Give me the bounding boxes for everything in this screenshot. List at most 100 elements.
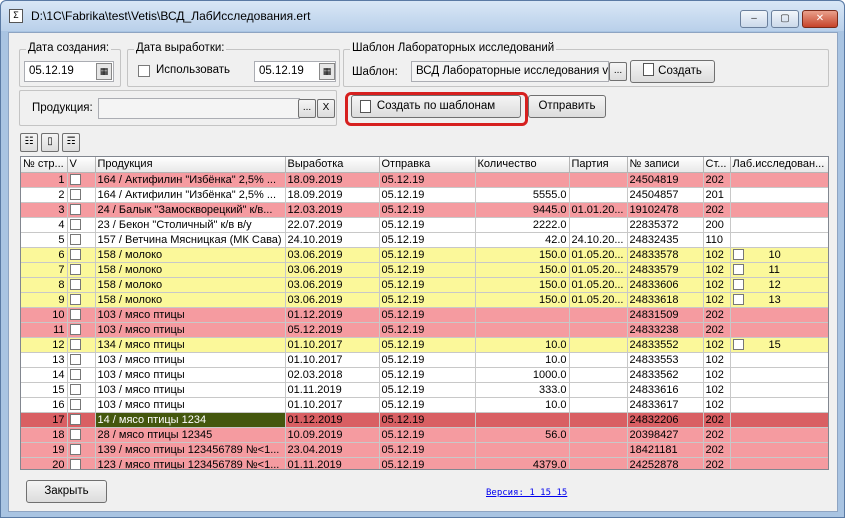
cell-status[interactable]: 200 <box>703 217 731 233</box>
row-checkbox[interactable] <box>69 189 81 201</box>
cell-lab[interactable] <box>730 217 828 233</box>
cell-produced[interactable]: 05.12.2019 <box>285 322 380 338</box>
row-checkbox[interactable] <box>69 444 81 456</box>
cell-product[interactable]: 103 / мясо птицы <box>95 367 286 383</box>
lab-checkbox[interactable] <box>732 339 744 350</box>
table-row[interactable]: 6 158 / молоко 03.06.2019 05.12.19 150.0 01.0… <box>21 247 828 263</box>
cell-quantity[interactable]: 5555.0 <box>475 187 570 203</box>
cell-batch[interactable] <box>569 352 628 368</box>
row-checkbox[interactable] <box>69 219 81 231</box>
cell-status[interactable]: 201 <box>703 187 731 203</box>
row-checkbox[interactable] <box>69 264 81 276</box>
cell-produced[interactable]: 03.06.2019 <box>285 292 380 308</box>
cell-sent[interactable]: 05.12.19 <box>379 442 476 458</box>
cell-produced[interactable]: 01.11.2019 <box>285 457 380 469</box>
cell-product[interactable]: 158 / молоко <box>95 247 286 263</box>
cell-check[interactable] <box>67 292 96 308</box>
row-checkbox[interactable] <box>69 399 81 411</box>
cell-row-number[interactable]: 8 <box>21 277 68 293</box>
table-row[interactable]: 5 157 / Ветчина Мясницкая (МК Сава) 24.10.… <box>21 232 828 248</box>
table-row[interactable]: 10 103 / мясо птицы 01.12.2019 05.12.19 2483… <box>21 307 828 323</box>
row-checkbox[interactable] <box>69 174 81 186</box>
cell-record[interactable]: 24833553 <box>627 352 704 368</box>
cell-status[interactable]: 202 <box>703 307 731 323</box>
close-button[interactable]: Закрыть <box>26 480 107 503</box>
table-row[interactable]: 4 23 / Бекон "Столичный" к/в в/у 22.07.201… <box>21 217 828 233</box>
cell-produced[interactable]: 24.10.2019 <box>285 232 380 248</box>
cell-produced[interactable]: 03.06.2019 <box>285 277 380 293</box>
cell-product[interactable]: 139 / мясо птицы 123456789 №<1... <box>95 442 286 458</box>
col-header-batch[interactable]: Партия <box>569 157 628 173</box>
cell-sent[interactable]: 05.12.19 <box>379 427 476 443</box>
cell-batch[interactable]: 24.10.20... <box>569 232 628 248</box>
cell-row-number[interactable]: 19 <box>21 442 68 458</box>
product-select-button[interactable]: ... <box>298 99 316 118</box>
cell-batch[interactable]: 01.05.20... <box>569 247 628 263</box>
col-header-sent[interactable]: Отправка <box>379 157 476 173</box>
cell-status[interactable]: 202 <box>703 442 731 458</box>
col-header-product[interactable]: Продукция <box>95 157 286 173</box>
cell-record[interactable]: 24504857 <box>627 187 704 203</box>
cell-record[interactable]: 24833562 <box>627 367 704 383</box>
cell-produced[interactable]: 12.03.2019 <box>285 202 380 218</box>
maximize-button[interactable]: ▢ <box>771 10 799 28</box>
table-row[interactable]: 7 158 / молоко 03.06.2019 05.12.19 150.0 01.0… <box>21 262 828 278</box>
cell-produced[interactable]: 23.04.2019 <box>285 442 380 458</box>
cell-sent[interactable]: 05.12.19 <box>379 277 476 293</box>
cell-batch[interactable]: 01.01.20... <box>569 202 628 218</box>
row-checkbox[interactable] <box>69 294 81 306</box>
table-row[interactable]: 13 103 / мясо птицы 01.10.2017 05.12.19 10.0… <box>21 352 828 368</box>
cell-product[interactable]: 24 / Балык "Замоскворецкий" к/в... <box>95 202 286 218</box>
cell-quantity[interactable] <box>475 412 570 428</box>
row-checkbox[interactable] <box>69 354 81 366</box>
template-field[interactable]: ВСД Лабораторные исследования v2 <box>411 61 609 82</box>
cell-status[interactable]: 102 <box>703 292 731 308</box>
cell-quantity[interactable]: 2222.0 <box>475 217 570 233</box>
cell-product[interactable]: 164 / Актифилин "Избёнка" 2,5% ... <box>95 187 286 203</box>
cell-quantity[interactable] <box>475 322 570 338</box>
cell-product[interactable]: 103 / мясо птицы <box>95 382 286 398</box>
cell-record[interactable]: 24833617 <box>627 397 704 413</box>
lab-checkbox[interactable] <box>732 249 744 260</box>
lab-checkbox[interactable] <box>732 264 744 275</box>
cell-batch[interactable] <box>569 172 628 188</box>
cell-record[interactable]: 22835372 <box>627 217 704 233</box>
cell-product[interactable]: 164 / Актифилин "Избёнка" 2,5% ... <box>95 172 286 188</box>
cell-lab[interactable]: 10 <box>730 247 828 263</box>
cell-check[interactable] <box>67 322 96 338</box>
cell-record[interactable]: 24833618 <box>627 292 704 308</box>
cell-lab[interactable] <box>730 187 828 203</box>
cell-product[interactable]: 103 / мясо птицы <box>95 352 286 368</box>
cell-record[interactable]: 24833238 <box>627 322 704 338</box>
cell-quantity[interactable]: 10.0 <box>475 337 570 353</box>
toolbar-grid-icon[interactable]: ☶ <box>62 133 80 152</box>
table-row[interactable]: 14 103 / мясо птицы 02.03.2018 05.12.19 1000… <box>21 367 828 383</box>
cell-batch[interactable] <box>569 427 628 443</box>
table-row[interactable]: 9 158 / молоко 03.06.2019 05.12.19 150.0 01.0… <box>21 292 828 308</box>
cell-check[interactable] <box>67 382 96 398</box>
col-header-record[interactable]: № записи <box>627 157 704 173</box>
title-bar[interactable]: Σ D:\1C\Fabrika\test\Vetis\ВСД_ЛабИсслед… <box>1 1 844 31</box>
cell-check[interactable] <box>67 352 96 368</box>
cell-product[interactable]: 158 / молоко <box>95 262 286 278</box>
cell-quantity[interactable]: 1000.0 <box>475 367 570 383</box>
col-header-quantity[interactable]: Количество <box>475 157 570 173</box>
cell-lab[interactable]: 13 <box>730 292 828 308</box>
col-header-check[interactable]: V <box>67 157 96 173</box>
cell-product[interactable]: 157 / Ветчина Мясницкая (МК Сава) <box>95 232 286 248</box>
cell-row-number[interactable]: 13 <box>21 352 68 368</box>
cell-row-number[interactable]: 2 <box>21 187 68 203</box>
cell-status[interactable]: 202 <box>703 457 731 469</box>
col-header-status[interactable]: Ст... <box>703 157 731 173</box>
cell-sent[interactable]: 05.12.19 <box>379 187 476 203</box>
row-checkbox[interactable] <box>69 429 81 441</box>
cell-lab[interactable]: 15 <box>730 337 828 353</box>
cell-lab[interactable] <box>730 307 828 323</box>
table-row[interactable]: 19 139 / мясо птицы 123456789 №<1... 23.04… <box>21 442 828 458</box>
cell-row-number[interactable]: 10 <box>21 307 68 323</box>
cell-produced[interactable]: 01.10.2017 <box>285 397 380 413</box>
calendar-icon[interactable]: ▦ <box>96 63 112 80</box>
cell-record[interactable]: 24252878 <box>627 457 704 469</box>
cell-batch[interactable]: 01.05.20... <box>569 277 628 293</box>
cell-row-number[interactable]: 14 <box>21 367 68 383</box>
